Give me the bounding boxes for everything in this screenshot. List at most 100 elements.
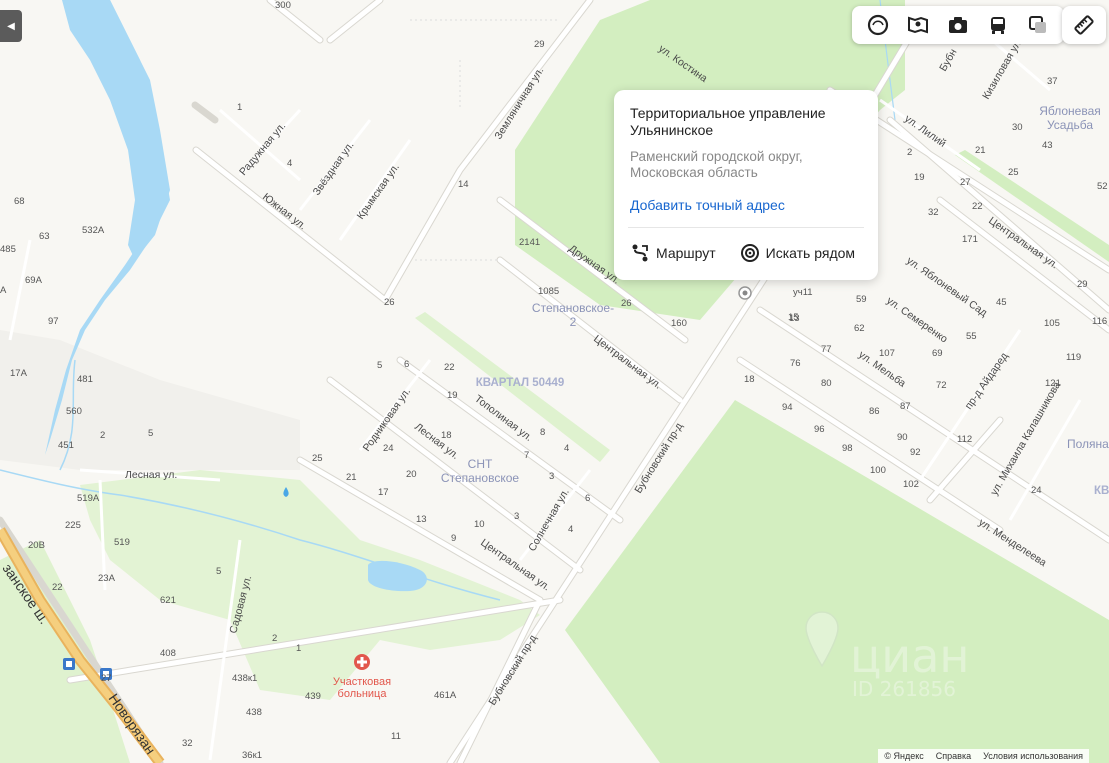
house-number: 26 — [621, 298, 632, 309]
street-label-yablonevy-sad: ул. Яблоневый Сад — [904, 255, 989, 320]
house-number: 100 — [870, 465, 886, 476]
house-number: 4 — [287, 158, 292, 169]
house-number: 225 — [65, 520, 81, 531]
area-label-yablonevaya-b: Усадьба — [1047, 118, 1093, 132]
house-number: 116 — [1092, 316, 1107, 327]
house-number: 19 — [447, 390, 458, 401]
area-label-stepanovskoe2-b: 2 — [570, 315, 577, 329]
house-number: 32 — [928, 207, 939, 218]
transport-icon — [991, 17, 1005, 34]
collapse-panel-button[interactable]: ◀ — [0, 10, 22, 42]
house-number: 90 — [897, 432, 908, 443]
route-button[interactable]: Маршрут — [630, 243, 716, 263]
house-number: 72 — [936, 380, 947, 391]
house-number: 2 — [100, 430, 105, 441]
house-number: 24 — [383, 443, 394, 454]
house-number: 63 — [39, 231, 50, 242]
add-address-link[interactable]: Добавить точный адрес — [630, 197, 862, 213]
map-canvas[interactable]: Участковая больница Радужная ул. Звёздна… — [0, 0, 1109, 763]
house-number: 7 — [524, 450, 529, 461]
map-layers-toolbar — [852, 6, 1064, 44]
copyright-text: © Яндекс — [884, 751, 924, 761]
hospital-label-2: больница — [338, 688, 388, 700]
house-number: 86 — [869, 406, 880, 417]
traffic-icon — [1029, 16, 1046, 33]
house-number: 560 — [66, 406, 82, 417]
hospital-icon[interactable] — [354, 654, 370, 670]
photo-icon — [949, 17, 967, 33]
house-number: 20В — [28, 540, 45, 551]
street-label-semerenko: ул. Семеренко — [884, 295, 950, 346]
watermark-brand: циан — [850, 629, 969, 683]
house-number: 18 — [441, 430, 452, 441]
house-number: 19 — [914, 172, 925, 183]
house-number: 439 — [305, 691, 321, 702]
house-number: 6 — [585, 493, 590, 504]
house-number: 119 — [1066, 352, 1081, 363]
house-number: 29 — [534, 39, 545, 50]
house-number: 69А — [25, 275, 43, 286]
house-number: 519А — [77, 493, 100, 504]
house-number: 25 — [312, 453, 323, 464]
street-label-krymskaya: Крымская ул. — [355, 161, 402, 221]
house-number: 10 — [474, 519, 485, 530]
house-number: 5 — [216, 566, 221, 577]
house-number: 22 — [444, 362, 455, 373]
house-number: 519 — [114, 537, 130, 548]
house-number: 621 — [160, 595, 176, 606]
ruler-button[interactable] — [1062, 6, 1106, 44]
area-label-polyana: Поляна — [1067, 437, 1109, 451]
house-number: 5 — [148, 428, 153, 439]
help-link[interactable]: Справка — [936, 751, 971, 761]
area-label-snt-b: Степановское — [441, 471, 519, 485]
popup-title: Территориальное управление Ульянинское — [630, 105, 826, 138]
house-number: 171 — [962, 234, 978, 245]
street-label-bubnovsky-low: Бубновский пр-д — [486, 633, 539, 708]
photo-button[interactable] — [938, 6, 978, 44]
route-icon — [632, 244, 648, 262]
house-number: 121 — [1045, 378, 1061, 389]
house-number: 30 — [1012, 122, 1023, 133]
house-number: 94 — [782, 402, 793, 413]
house-number: 25 — [1008, 167, 1019, 178]
house-number: 2 — [272, 633, 277, 644]
house-number: 23А — [98, 573, 116, 584]
house-number: 3 — [549, 471, 554, 482]
watermark-id: ID 261856 — [852, 677, 956, 701]
layers-icon — [867, 14, 889, 36]
map-footer: © Яндекс Справка Условия использования — [878, 749, 1089, 763]
traffic-button[interactable] — [1018, 6, 1058, 44]
house-number: 451 — [58, 440, 74, 451]
grey-zone-left — [0, 330, 300, 470]
terms-link[interactable]: Условия использования — [983, 751, 1083, 761]
street-label-raduzhnaya: Радужная ул. — [237, 120, 288, 178]
house-number: 18 — [744, 374, 755, 385]
panorama-button[interactable] — [898, 6, 938, 44]
house-number: 300 — [275, 0, 291, 11]
house-number: 32 — [182, 738, 193, 749]
bus-stop-icon[interactable] — [63, 658, 75, 670]
house-number: 107 — [879, 348, 895, 359]
area-label-stepanovskoe2-a: Степановское- — [532, 301, 614, 315]
caret-left-icon: ◀ — [7, 20, 15, 32]
house-number: 59 — [856, 294, 867, 305]
house-number: 27 — [960, 177, 971, 188]
ruler-icon — [1074, 15, 1094, 35]
house-number: 43 — [1042, 140, 1053, 151]
house-number: 68 — [14, 196, 25, 207]
layers-button[interactable] — [858, 6, 898, 44]
transport-button[interactable] — [978, 6, 1018, 44]
street-label-yuzhnaya: Южная ул. — [260, 191, 308, 232]
house-number: 11 — [391, 731, 401, 742]
place-popup: Территориальное управление Ульянинское Р… — [614, 90, 878, 280]
house-number: уч11 — [793, 287, 813, 298]
area-label-yablonevaya-a: Яблоневая — [1039, 104, 1101, 118]
house-number: 9 — [451, 533, 456, 544]
house-number: 112 — [957, 434, 972, 445]
house-number: 22 — [972, 201, 983, 212]
search-nearby-button[interactable]: Искать рядом — [740, 243, 855, 263]
house-number: 14 — [458, 179, 469, 190]
house-number: 17 — [378, 487, 389, 498]
house-number: 13 — [789, 313, 800, 324]
house-number: 98 — [842, 443, 853, 454]
